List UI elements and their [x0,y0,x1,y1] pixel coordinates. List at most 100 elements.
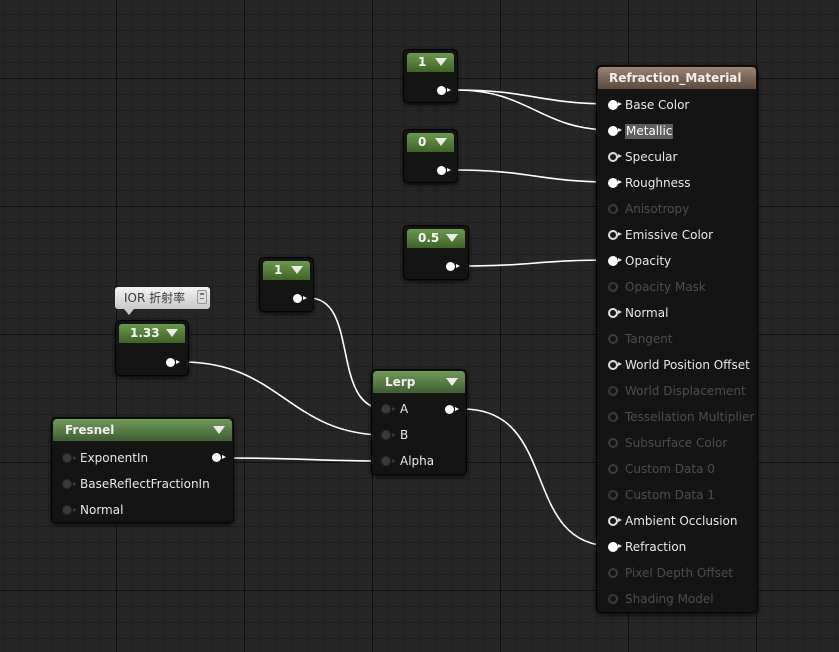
output-pin[interactable] [212,453,226,462]
pin-label: Opacity [625,254,672,268]
collapse-arrow-icon[interactable] [435,138,447,146]
material-input-metallic[interactable]: Metallic [597,118,757,144]
constant-node-header[interactable]: 1 [407,53,454,72]
input-pin [608,568,618,578]
lerp-node-header[interactable]: Lerp [373,371,465,393]
constant-node-base-color[interactable]: 1 [403,49,458,103]
collapse-arrow-icon[interactable] [166,329,178,337]
output-pin[interactable] [445,405,459,414]
constant-node-header[interactable]: 0.5 [407,229,465,248]
fresnel-node[interactable]: Fresnel ExponentIn BaseReflectFractionIn… [51,417,234,523]
material-input-anisotropy: Anisotropy [597,196,757,222]
material-result-node[interactable]: Refraction_Material Base Color Metallic Sp… [596,65,758,613]
material-input-pixel-depth-offset: Pixel Depth Offset [597,560,757,586]
input-pin[interactable] [608,100,622,110]
pin-label: Pixel Depth Offset [625,566,733,580]
collapse-arrow-icon[interactable] [291,266,303,274]
input-pin[interactable] [381,456,396,466]
material-input-custom-data-1: Custom Data 1 [597,482,757,508]
constant-node-header[interactable]: 0 [407,133,454,152]
constant-value: 1 [418,55,427,69]
input-pin[interactable] [608,308,622,318]
input-pin[interactable] [608,178,622,188]
pin-label: Subsurface Color [625,436,728,450]
pin-label: Metallic [625,124,674,139]
output-pin[interactable] [437,166,451,175]
lerp-input-alpha[interactable]: Alpha [372,448,466,474]
constant-node-header[interactable]: 1 [263,261,310,280]
material-input-world-position-offset[interactable]: World Position Offset [597,352,757,378]
wire-fresnel-to-lerp-alpha [228,457,386,462]
input-pin[interactable] [608,126,622,136]
material-input-world-displacement: World Displacement [597,378,757,404]
constant-node-lerp-a[interactable]: 1 [259,257,314,312]
material-input-opacity[interactable]: Opacity [597,248,757,274]
output-pin[interactable] [293,294,307,303]
input-pin[interactable] [608,360,622,370]
constant-node-header[interactable]: 1.33 [119,324,185,343]
constant-node-opacity[interactable]: 0.5 [403,225,469,280]
input-pin [608,204,618,214]
wire-const1-to-base-color [455,89,613,105]
material-input-base-color[interactable]: Base Color [597,92,757,118]
collapse-arrow-icon[interactable] [446,378,458,386]
fresnel-input-base-reflect[interactable]: BaseReflectFractionIn [52,471,233,497]
pin-label: Alpha [400,454,435,468]
lerp-node[interactable]: Lerp A B Alpha [371,369,467,475]
input-pin[interactable] [62,479,77,489]
material-node-header[interactable]: Refraction_Material [598,67,756,89]
pin-label: Normal [625,306,669,320]
wire-const1-to-metallic [455,89,613,131]
comment-text: IOR 折射率 [124,291,186,305]
pin-label: Opacity Mask [625,280,706,294]
output-pin[interactable] [166,358,180,367]
input-pin [608,282,618,292]
collapse-arrow-icon[interactable] [435,58,447,66]
material-input-ambient-occlusion[interactable]: Ambient Occlusion [597,508,757,534]
pin-label: Specular [625,150,678,164]
input-pin[interactable] [608,516,622,526]
pin-label: Ambient Occlusion [625,514,738,528]
fresnel-input-normal[interactable]: Normal [52,497,233,523]
material-input-opacity-mask: Opacity Mask [597,274,757,300]
input-pin[interactable] [62,505,77,515]
input-pin[interactable] [608,230,622,240]
input-pin [608,386,618,396]
material-input-emissive-color[interactable]: Emissive Color [597,222,757,248]
pin-label: Roughness [625,176,691,190]
fresnel-node-header[interactable]: Fresnel [53,419,232,441]
material-input-roughness[interactable]: Roughness [597,170,757,196]
material-input-custom-data-0: Custom Data 0 [597,456,757,482]
constant-node-roughness[interactable]: 0 [403,129,458,183]
input-pin [608,594,618,604]
input-pin[interactable] [381,430,396,440]
material-input-normal[interactable]: Normal [597,300,757,326]
input-pin [608,334,618,344]
constant-node-ior[interactable]: 1.33 [115,320,189,376]
comment-bubble[interactable]: IOR 折射率 [115,287,210,315]
output-pin[interactable] [437,86,451,95]
node-title: Lerp [385,375,416,389]
material-input-shading-model: Shading Model [597,586,757,612]
constant-value: 1.33 [130,326,160,340]
input-pin [608,412,618,422]
material-title: Refraction_Material [609,71,742,85]
material-input-tessellation-multiplier: Tessellation Multiplier [597,404,757,430]
pin-label: Tessellation Multiplier [625,410,755,424]
comment-icon[interactable] [197,290,207,304]
input-pin[interactable] [608,542,622,552]
input-pin[interactable] [608,256,622,266]
lerp-input-b[interactable]: B [372,422,466,448]
input-pin[interactable] [62,453,77,463]
output-pin[interactable] [446,262,460,271]
wire-lerp-to-refraction [462,408,613,547]
material-input-specular[interactable]: Specular [597,144,757,170]
input-pin[interactable] [608,152,622,162]
input-pin [608,438,618,448]
collapse-arrow-icon[interactable] [446,234,458,242]
pin-label: World Displacement [625,384,746,398]
fresnel-input-exponent[interactable]: ExponentIn [52,445,233,471]
input-pin[interactable] [381,404,396,414]
material-input-refraction[interactable]: Refraction [597,534,757,560]
collapse-arrow-icon[interactable] [213,426,225,434]
